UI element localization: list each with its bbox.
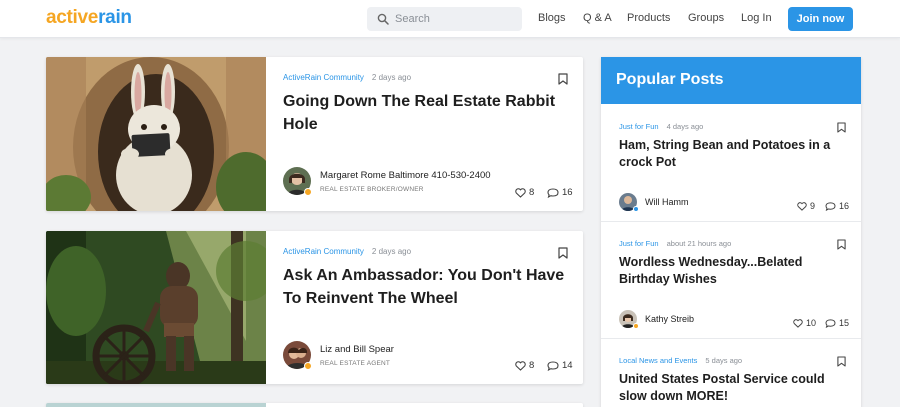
likes-value: 9 [810, 201, 816, 211]
popular-post-time: about 21 hours ago [666, 239, 732, 248]
bookmark-icon[interactable] [837, 239, 846, 250]
likes-value: 8 [529, 360, 535, 371]
comment-icon [547, 187, 559, 198]
nav-blogs[interactable]: Blogs [538, 12, 566, 24]
join-now-button[interactable]: Join now [788, 7, 853, 31]
comments-count[interactable]: 14 [547, 360, 573, 371]
likes-count[interactable]: 9 [797, 201, 815, 211]
nav-products[interactable]: Products [627, 12, 670, 24]
author-name[interactable]: Liz and Bill Spear [320, 344, 394, 355]
post-card[interactable]: ActiveRain Community 2 days ago Ask An Am… [46, 231, 583, 384]
heart-icon [515, 187, 526, 198]
likes-count[interactable]: 8 [515, 360, 534, 371]
search-box[interactable] [367, 7, 522, 31]
logo-text-rain: rain [98, 7, 132, 28]
heart-icon [793, 318, 803, 328]
nav-groups[interactable]: Groups [688, 12, 724, 24]
post-card[interactable]: ActiveRain Community 2 days ago Going Dow… [46, 57, 583, 211]
popular-post-category[interactable]: Just for Fun [619, 239, 659, 248]
post-image-caveman-wheel[interactable] [46, 231, 266, 384]
heart-icon [515, 360, 526, 371]
likes-count[interactable]: 10 [793, 318, 816, 328]
post-card-body: ActiveRain Community 2 days ago Ask An Am… [283, 231, 573, 384]
popular-post-title[interactable]: Ham, String Bean and Potatoes in a crock… [619, 137, 844, 170]
bookmark-icon[interactable] [837, 356, 846, 367]
popular-posts-header: Popular Posts [601, 57, 861, 104]
logo-text-active: active [46, 7, 99, 28]
popular-post-category[interactable]: Local News and Events [619, 356, 697, 365]
author-role: REAL ESTATE AGENT [320, 360, 391, 367]
popular-posts-heading: Popular Posts [616, 71, 724, 88]
popular-post-item[interactable]: Just for Fun about 21 hours ago Wordless … [601, 228, 861, 339]
author-name[interactable]: Margaret Rome Baltimore 410-530-2400 [320, 170, 491, 181]
comment-icon [825, 318, 836, 328]
post-card[interactable] [46, 403, 583, 407]
activerain-logo[interactable]: activerain [46, 7, 132, 29]
popular-post-time: 4 days ago [666, 122, 704, 131]
author-role: REAL ESTATE BROKER/OWNER [320, 186, 424, 193]
search-icon [377, 13, 389, 25]
author-badge-icon [304, 188, 312, 196]
popular-post-time: 5 days ago [705, 356, 743, 365]
comments-count[interactable]: 16 [825, 201, 849, 211]
post-meta: ActiveRain Community 2 days ago [283, 247, 411, 256]
comments-count[interactable]: 15 [825, 318, 849, 328]
post-category-link[interactable]: ActiveRain Community [283, 73, 364, 82]
popular-post-title[interactable]: United States Postal Service could slow … [619, 371, 844, 404]
author-name[interactable]: Will Hamm [645, 197, 689, 207]
popular-post-item[interactable]: Just for Fun 4 days ago Ham, String Bean … [601, 111, 861, 222]
popular-post-meta: Just for Fun about 21 hours ago [619, 239, 731, 248]
post-title[interactable]: Ask An Ambassador: You Don't Have To Rei… [283, 264, 578, 310]
likes-count[interactable]: 8 [515, 187, 534, 198]
popular-posts-panel: Popular Posts Just for Fun 4 days ago Ham… [601, 57, 861, 407]
popular-post-meta: Local News and Events 5 days ago [619, 356, 742, 365]
top-header: activerain Blogs Q & A Products Groups L… [0, 0, 900, 38]
post-time: 2 days ago [371, 247, 412, 256]
likes-value: 8 [529, 187, 535, 198]
nav-qa[interactable]: Q & A [583, 12, 612, 24]
bookmark-icon[interactable] [558, 247, 568, 259]
comments-value: 14 [562, 360, 573, 371]
bookmark-icon[interactable] [837, 122, 846, 133]
nav-login[interactable]: Log In [741, 12, 772, 24]
comments-count[interactable]: 16 [547, 187, 573, 198]
post-meta: ActiveRain Community 2 days ago [283, 73, 411, 82]
author-name[interactable]: Kathy Streib [645, 314, 694, 324]
heart-icon [797, 201, 807, 211]
comment-icon [547, 360, 559, 371]
post-title[interactable]: Going Down The Real Estate Rabbit Hole [283, 90, 578, 136]
author-badge-icon [633, 323, 639, 329]
comment-icon [825, 201, 836, 211]
post-image-rabbit[interactable] [46, 57, 266, 211]
popular-post-title[interactable]: Wordless Wednesday...Belated Birthday Wi… [619, 254, 844, 287]
popular-post-item[interactable]: Local News and Events 5 days ago United S… [601, 345, 861, 407]
popular-post-meta: Just for Fun 4 days ago [619, 122, 703, 131]
comments-value: 16 [562, 187, 573, 198]
comments-value: 16 [839, 201, 850, 211]
author-badge-icon [304, 362, 312, 370]
likes-value: 10 [806, 318, 817, 328]
post-time: 2 days ago [371, 73, 412, 82]
popular-post-category[interactable]: Just for Fun [619, 122, 659, 131]
author-badge-icon [633, 206, 639, 212]
search-input[interactable] [395, 10, 515, 28]
comments-value: 15 [839, 318, 850, 328]
bookmark-icon[interactable] [558, 73, 568, 85]
post-card-body: ActiveRain Community 2 days ago Going Dow… [283, 57, 573, 211]
post-image[interactable] [46, 403, 266, 407]
post-category-link[interactable]: ActiveRain Community [283, 247, 364, 256]
